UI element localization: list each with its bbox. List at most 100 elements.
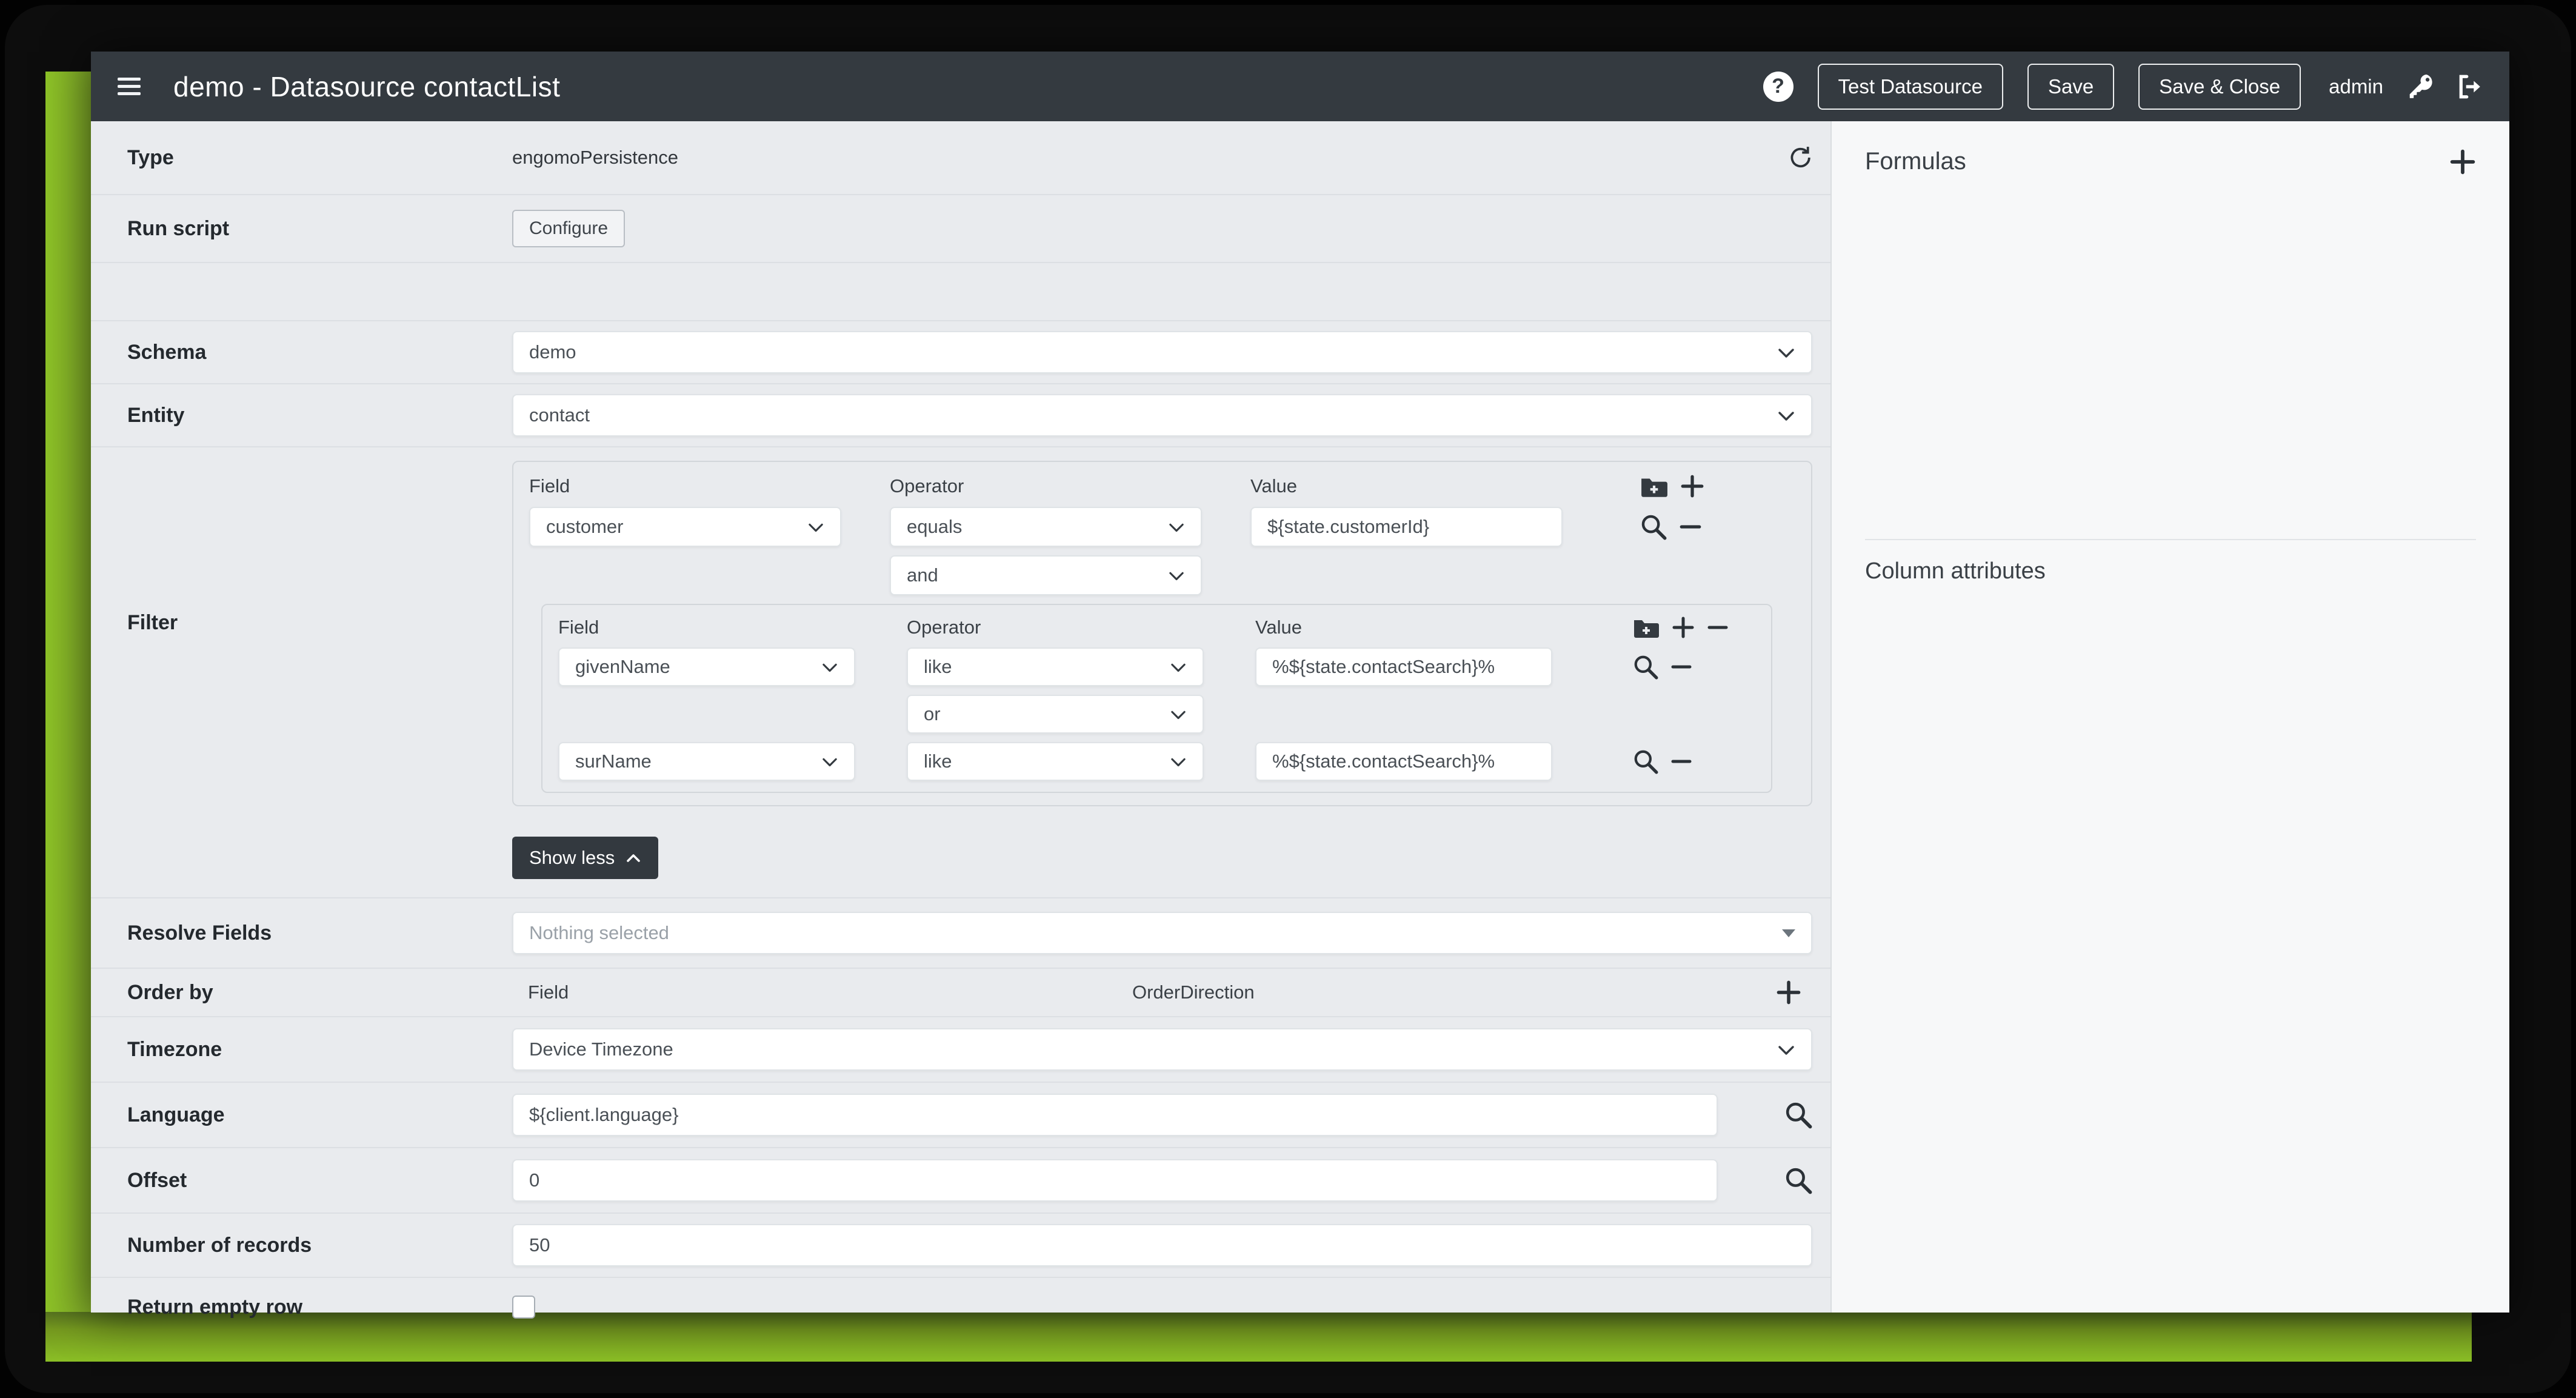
remove-condition-icon[interactable] [1670,655,1692,678]
chevron-down-icon [1168,568,1185,583]
number-of-records-label: Number of records [127,1234,476,1257]
accent-stripe-left [45,72,92,1362]
type-value: engomoPersistence [512,147,678,169]
group-operator-value-2: like [924,751,952,772]
add-group-icon[interactable] [1640,475,1668,498]
offset-row: Offset [91,1148,1830,1214]
add-order-icon[interactable] [1776,980,1801,1005]
filter-label: Filter [127,461,476,635]
add-condition-icon[interactable] [1672,616,1695,639]
schema-select-value: demo [529,341,576,363]
group-field-header: Field [558,617,855,638]
entity-label: Entity [127,404,476,427]
chevron-down-icon [1170,660,1187,674]
schema-label: Schema [127,341,476,364]
resolve-fields-placeholder: Nothing selected [529,922,669,944]
filter-field-select[interactable]: customer [529,507,841,547]
chevron-down-icon [821,754,838,769]
logout-icon[interactable] [2457,74,2483,99]
group-value-input-2[interactable] [1255,742,1552,781]
group-operator-value-1: like [924,656,952,678]
timezone-select-value: Device Timezone [529,1038,673,1060]
group-conjunction-select[interactable]: or [907,695,1204,734]
chevron-down-icon [1170,754,1187,769]
resolve-fields-row: Resolve Fields Nothing selected [91,898,1830,969]
filter-field-value: customer [546,516,623,538]
filter-operator-header: Operator [890,475,1202,497]
order-by-direction-header: OrderDirection [1132,982,1255,1003]
search-icon[interactable] [1784,1166,1812,1194]
return-empty-row-row: Return empty row [91,1278,1830,1336]
number-of-records-input[interactable] [512,1224,1812,1266]
filter-group: Field Operator Value givenName [541,604,1772,793]
number-of-records-row: Number of records [91,1214,1830,1278]
filter-row: Filter Field Operator Value customer [91,447,1830,898]
show-less-button[interactable]: Show less [512,837,658,879]
order-by-label: Order by [127,981,476,1005]
timezone-label: Timezone [127,1038,476,1062]
filter-field-header: Field [529,475,841,497]
filter-operator-value: equals [907,516,962,538]
filter-operator-select[interactable]: equals [890,507,1202,547]
resolve-fields-multiselect[interactable]: Nothing selected [512,912,1812,954]
search-icon[interactable] [1784,1101,1812,1129]
filter-builder: Field Operator Value customer equals [512,461,1812,806]
page-title: demo - Datasource contactList [173,70,560,103]
entity-select-value: contact [529,404,590,426]
language-row: Language [91,1083,1830,1148]
add-formula-icon[interactable] [2449,149,2476,175]
schema-row: Schema demo [91,321,1830,384]
language-input[interactable] [512,1094,1718,1136]
offset-input[interactable] [512,1159,1718,1202]
group-operator-select-2[interactable]: like [907,742,1204,781]
return-empty-row-checkbox[interactable] [512,1296,535,1319]
content: Type engomoPersistence Run script Config… [91,121,2509,1313]
filter-conjunction-value: and [907,564,938,586]
app-window: demo - Datasource contactList ? Test Dat… [91,52,2509,1313]
type-label: Type [127,146,476,170]
show-less-label: Show less [529,847,615,869]
search-icon[interactable] [1633,654,1658,680]
offset-label: Offset [127,1169,476,1192]
side-panel: Formulas Column attributes [1830,121,2509,1313]
chevron-up-icon [626,851,641,865]
menu-icon[interactable] [118,78,141,95]
remove-condition-icon[interactable] [1670,750,1692,773]
search-icon[interactable] [1640,513,1667,540]
configure-button[interactable]: Configure [512,210,625,247]
remove-condition-icon[interactable] [1679,515,1702,539]
filter-value-header: Value [1250,475,1563,497]
key-icon[interactable] [2407,74,2433,99]
save-button[interactable]: Save [2027,64,2114,110]
type-row: Type engomoPersistence [91,121,1830,195]
chevron-down-icon [821,660,838,674]
formulas-title: Formulas [1865,148,1966,175]
group-value-header: Value [1255,617,1552,638]
caret-down-icon [1782,929,1795,937]
group-operator-select-1[interactable]: like [907,647,1204,686]
test-datasource-button[interactable]: Test Datasource [1818,64,2003,110]
search-icon[interactable] [1633,749,1658,774]
timezone-select[interactable]: Device Timezone [512,1028,1812,1071]
username-label: admin [2329,75,2383,98]
filter-conjunction-select[interactable]: and [890,555,1202,595]
group-field-value-1: givenName [575,656,670,678]
schema-select[interactable]: demo [512,331,1812,373]
group-value-input-1[interactable] [1255,647,1552,686]
group-field-select-2[interactable]: surName [558,742,855,781]
chevron-down-icon [807,520,824,534]
chevron-down-icon [1168,520,1185,534]
remove-group-icon[interactable] [1707,616,1729,639]
add-condition-icon[interactable] [1680,474,1704,498]
chevron-down-icon [1777,1042,1795,1057]
entity-select[interactable]: contact [512,394,1812,436]
group-operator-header: Operator [907,617,1204,638]
spacer-row [91,263,1830,321]
help-icon[interactable]: ? [1763,72,1794,102]
refresh-icon[interactable] [1786,145,1812,170]
group-field-select-1[interactable]: givenName [558,647,855,686]
filter-value-input[interactable] [1250,507,1563,547]
add-group-icon[interactable] [1633,617,1660,638]
save-close-button[interactable]: Save & Close [2138,64,2301,110]
group-conjunction-value: or [924,703,941,725]
